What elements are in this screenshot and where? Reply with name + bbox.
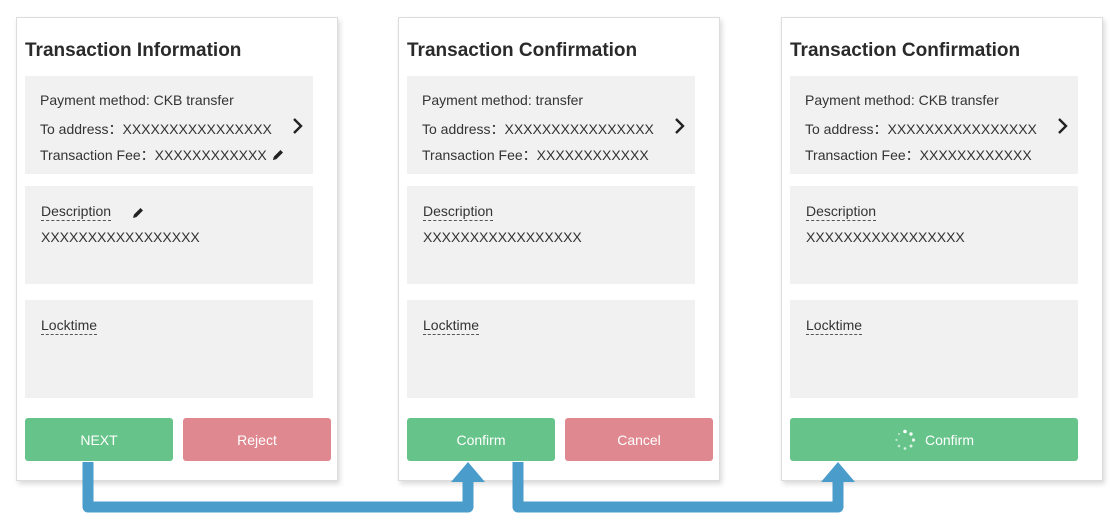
flow-arrow: [82, 462, 474, 513]
flow-arrow-head: [821, 462, 855, 482]
flow-arrow-head: [451, 462, 485, 482]
flow-arrow: [512, 462, 844, 513]
flow-arrows: [82, 462, 855, 513]
